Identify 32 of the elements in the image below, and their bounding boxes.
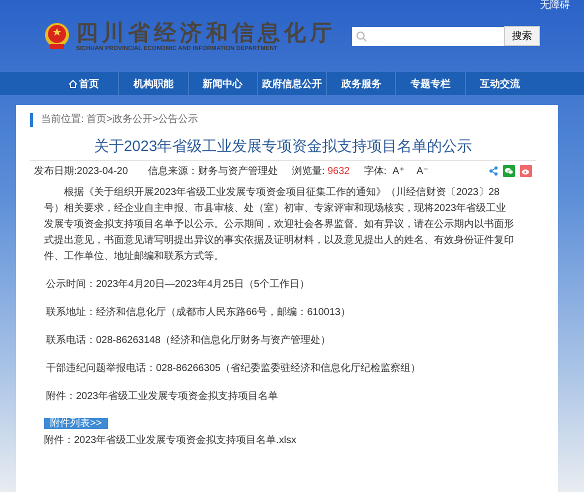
nav-item[interactable]: 机构职能 (118, 72, 188, 95)
article-title: 关于2023年省级工业发展专项资金拟支持项目名单的公示 (92, 137, 474, 156)
attachment-link[interactable]: 附件：2023年省级工业发展专项资金拟支持项目名单.xlsx (44, 433, 536, 447)
home-icon (69, 80, 78, 88)
site-name: 四川省经济和信息化厅 (76, 20, 336, 46)
article-paragraph: 公示时间：2023年4月20日—2023年4月25日（5个工作日） (45, 278, 310, 291)
font-increase-link[interactable]: A⁺ (392, 166, 404, 176)
info-source: 信息来源：财务与资产管理处 (148, 164, 278, 178)
breadcrumb: 当前位置: 首页>政务公开>公告公示 (30, 113, 536, 127)
attachment-list-header: 附件列表>> (44, 418, 108, 429)
nav-item[interactable]: 新闻中心 (188, 72, 257, 95)
nav-item[interactable]: 政务服务 (326, 72, 396, 95)
search-field[interactable] (352, 26, 504, 46)
share-icon[interactable] (489, 166, 498, 176)
nav-item[interactable]: 政府信息公开 (256, 72, 326, 95)
publish-date: 发布日期:2023-04-20 (34, 164, 128, 178)
article-paragraph: 联系电话：028-86263148（经济和信息化厅财务与资产管理处） (45, 334, 332, 347)
article-paragraph: 联系地址：经济和信息化厅（成都市人民东路66号，邮编：610013） (45, 306, 352, 319)
font-decrease-link[interactable]: A⁻ (416, 166, 428, 176)
chat-icon[interactable] (503, 165, 515, 177)
article-paragraph: 干部违纪问题举报电话：028-86266305（省纪委监委驻经济和信息化厅纪检监察组） (45, 362, 422, 375)
search-button[interactable]: 搜索 (504, 26, 540, 46)
nav-item[interactable]: 互动交流 (464, 72, 534, 95)
weibo-icon[interactable] (520, 165, 532, 177)
nav-item[interactable]: 首页 (50, 72, 118, 95)
view-count: 浏览量: 9632 (292, 164, 350, 178)
search-icon (356, 30, 367, 42)
article-paragraph: 附件：2023年省级工业发展专项资金拟支持项目名单 (45, 390, 280, 403)
emblem-icon (44, 22, 70, 50)
article-paragraph: 根据《关于组织开展2023年省级工业发展专项资金项目征集工作的通知》（川经信财资〔2023〕28号）相关要求，经企业自主申报、市县审核、处（室）初审、专家评审和现场核实，现将2023年省级工业发展专项资金拟支持项目名单予以公示。公示期间，欢迎社会各界监督。如有异议，请在公示期内以书面形式提出意见，书面意见请写明提出异议的事实依据及证明材料，以及意见提出人的姓名、有效身份证件复印件、工作单位、地址邮编和联系方式等。 (44, 186, 515, 264)
nav-item[interactable]: 专题专栏 (395, 72, 465, 95)
font-size-label: 字体: (364, 164, 387, 178)
